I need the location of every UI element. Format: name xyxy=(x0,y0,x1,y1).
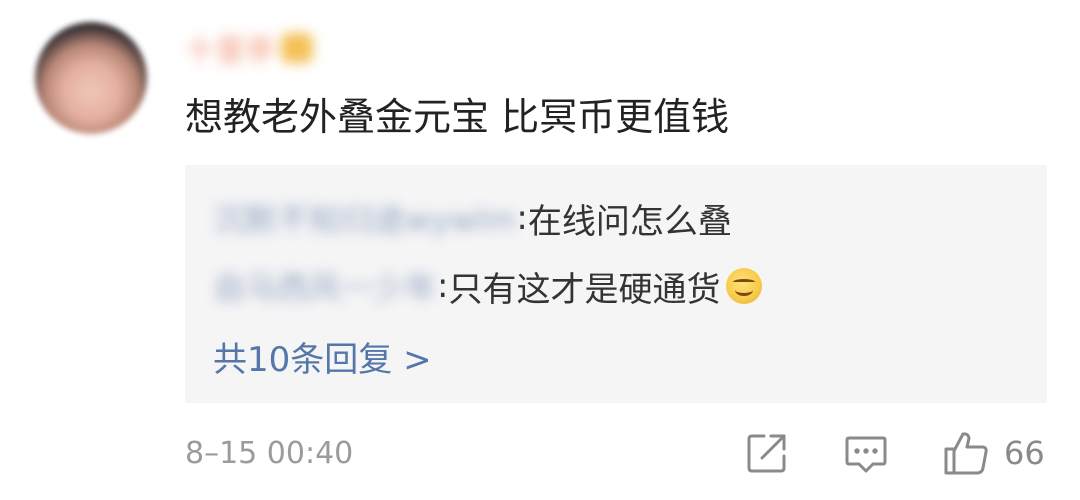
comment-card: 十里亭 想教老外叠金元宝 比冥币更值钱 沉默不知归途wywlm : 在线问怎么叠… xyxy=(0,0,1080,500)
reply-separator: : xyxy=(437,266,449,306)
comment-icon xyxy=(843,430,889,476)
comment-button[interactable] xyxy=(843,430,889,476)
reply-content: 在线问怎么叠 xyxy=(527,201,732,242)
reply-author[interactable]: 自马西风一少年 xyxy=(213,263,437,309)
vip-badge-icon xyxy=(281,33,313,63)
smile-emoji-icon xyxy=(726,268,763,304)
reply-item[interactable]: 自马西风一少年 : 只有这才是硬通货 xyxy=(213,261,763,311)
reply-content: 只有这才是硬通货 xyxy=(448,269,721,310)
comment-text: 想教老外叠金元宝 比冥币更值钱 xyxy=(185,95,730,139)
more-replies-link[interactable]: 共10条回复 > xyxy=(213,331,432,381)
like-button[interactable]: 66 xyxy=(942,430,1045,476)
share-icon xyxy=(744,430,790,476)
thumbs-up-icon xyxy=(942,429,990,477)
reply-author[interactable]: 沉默不知归途wywlm xyxy=(213,195,516,241)
share-button[interactable] xyxy=(744,430,790,476)
timestamp: 8–15 00:40 xyxy=(185,436,354,471)
like-count: 66 xyxy=(1004,434,1045,472)
username[interactable]: 十里亭 xyxy=(185,28,313,69)
reply-item[interactable]: 沉默不知归途wywlm : 在线问怎么叠 xyxy=(213,193,732,243)
username-text: 十里亭 xyxy=(185,34,275,69)
reply-separator: : xyxy=(516,198,528,238)
reply-box[interactable]: 沉默不知归途wywlm : 在线问怎么叠 自马西风一少年 : 只有这才是硬通货 … xyxy=(185,165,1047,403)
avatar[interactable] xyxy=(35,22,147,134)
